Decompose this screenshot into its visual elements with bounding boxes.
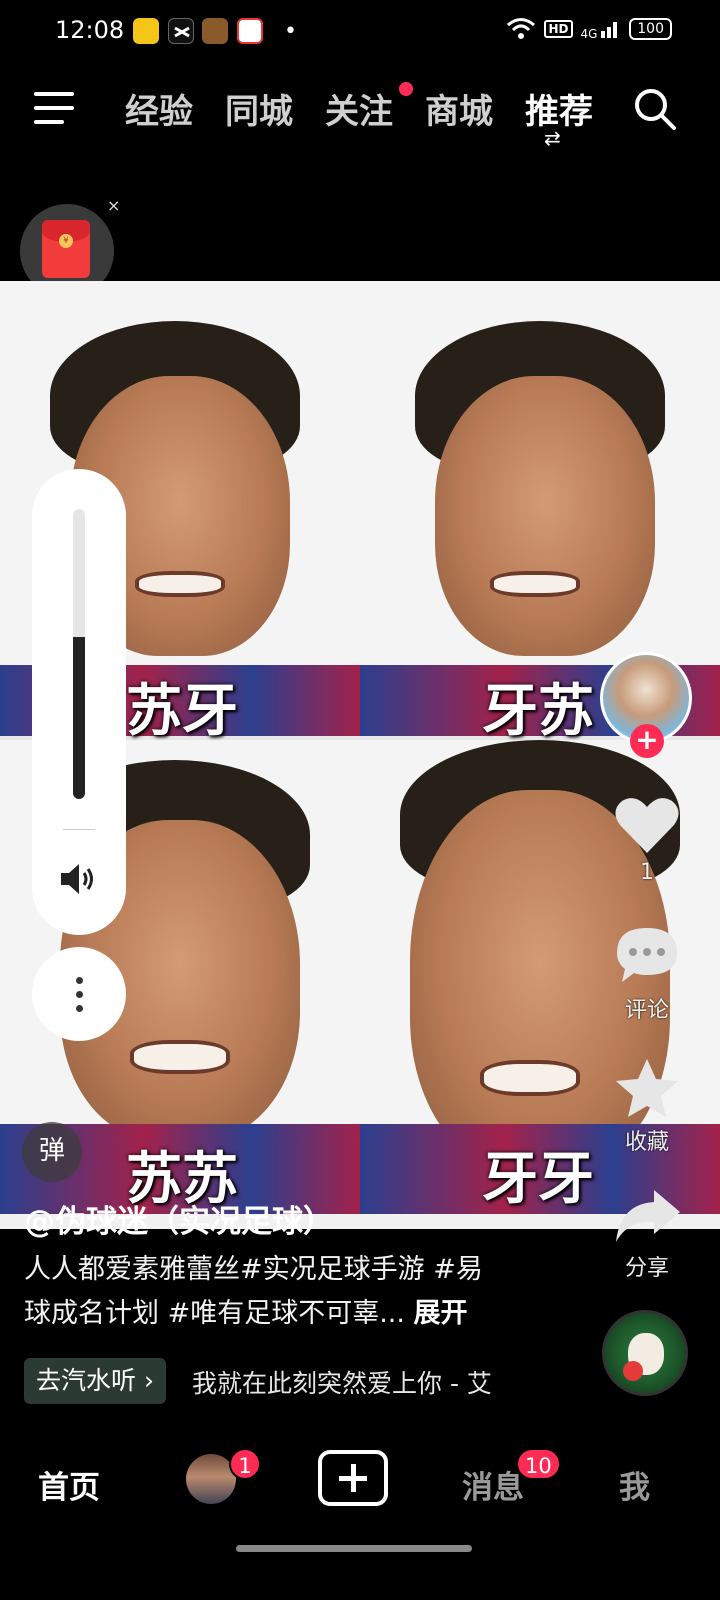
expand-link[interactable]: 展开 — [414, 1298, 468, 1329]
star-icon[interactable] — [614, 1057, 680, 1119]
comment-icon[interactable] — [614, 925, 680, 985]
tab-mall[interactable]: 商城 — [425, 84, 493, 133]
red-envelope-icon: ¥ — [42, 220, 90, 278]
favorite-label: 收藏 — [624, 1130, 669, 1155]
messages-badge: 10 — [516, 1448, 561, 1480]
video-caption: 牙苏 — [482, 679, 594, 744]
home-indicator — [236, 1545, 472, 1552]
clock: 12:08 — [55, 16, 125, 44]
top-navigation: 经验 同城 关注 商城 推荐 ⇄ — [0, 64, 720, 160]
share-label: 分享 — [624, 1256, 669, 1281]
description-line-2: 球成名计划 #唯有足球不可辜... 展开 — [24, 1292, 514, 1336]
share-icon[interactable] — [614, 1188, 682, 1244]
nav-messages[interactable]: 消息 — [462, 1462, 524, 1507]
capcut-icon — [168, 18, 194, 44]
author-name[interactable]: @伪球迷（实况足球） — [24, 1196, 334, 1241]
music-title[interactable]: 我就在此刻突然爱上你 - 艾 — [192, 1364, 506, 1400]
like-count: 1 — [640, 860, 654, 885]
danmaku-toggle[interactable]: 弹 — [22, 1122, 82, 1182]
bottom-navigation: 首页 1 消息 10 我 — [0, 1420, 720, 1600]
status-indicators: HD 4G 100 — [506, 17, 672, 41]
video-caption: 苏牙 — [126, 679, 238, 744]
tab-nearby[interactable]: 同城 — [225, 84, 293, 133]
friends-badge: 1 — [229, 1448, 261, 1480]
follow-button[interactable]: + — [630, 724, 664, 758]
status-bar: 12:08 • HD 4G 100 — [0, 0, 720, 64]
volume-level — [73, 636, 85, 799]
description-line: 人人都爱素雅蕾丝#实况足球手游 #易 — [24, 1254, 483, 1285]
game-icon — [133, 18, 159, 44]
red-packet-close-button[interactable]: × — [107, 196, 120, 215]
shop-icon — [237, 18, 263, 44]
following-update-dot — [399, 82, 413, 96]
video-description[interactable]: 人人都爱素雅蕾丝#实况足球手游 #易 球成名计划 #唯有足球不可辜... 展开 — [24, 1248, 514, 1336]
notification-dot: • — [284, 19, 297, 44]
signal-icon: 4G — [581, 18, 622, 41]
volume-slider[interactable] — [73, 509, 85, 799]
more-options-button[interactable] — [32, 947, 126, 1041]
network-type: 4G — [580, 26, 598, 41]
heart-icon[interactable] — [614, 795, 680, 855]
battery-icon: 100 — [629, 18, 672, 40]
nav-home[interactable]: 首页 — [38, 1462, 100, 1507]
search-icon[interactable] — [632, 86, 678, 132]
tab-following[interactable]: 关注 — [325, 84, 393, 133]
menu-icon[interactable] — [34, 92, 76, 126]
volume-divider — [63, 829, 95, 830]
hd-indicator: HD — [544, 20, 573, 38]
tab-experience[interactable]: 经验 — [125, 84, 193, 133]
switch-feed-icon[interactable]: ⇄ — [544, 126, 561, 150]
speaker-icon[interactable] — [59, 861, 99, 897]
game2-icon — [202, 18, 228, 44]
music-disc-icon[interactable] — [602, 1310, 688, 1396]
wifi-icon — [507, 18, 536, 39]
video-caption: 牙牙 — [482, 1147, 594, 1212]
listen-in-qishui-button[interactable]: 去汽水听 › — [24, 1358, 166, 1404]
volume-panel — [32, 469, 126, 935]
description-line: 球成名计划 #唯有足球不可辜... — [24, 1298, 405, 1329]
nav-me[interactable]: 我 — [619, 1462, 650, 1507]
comment-label: 评论 — [624, 998, 669, 1023]
create-button[interactable] — [318, 1450, 388, 1506]
